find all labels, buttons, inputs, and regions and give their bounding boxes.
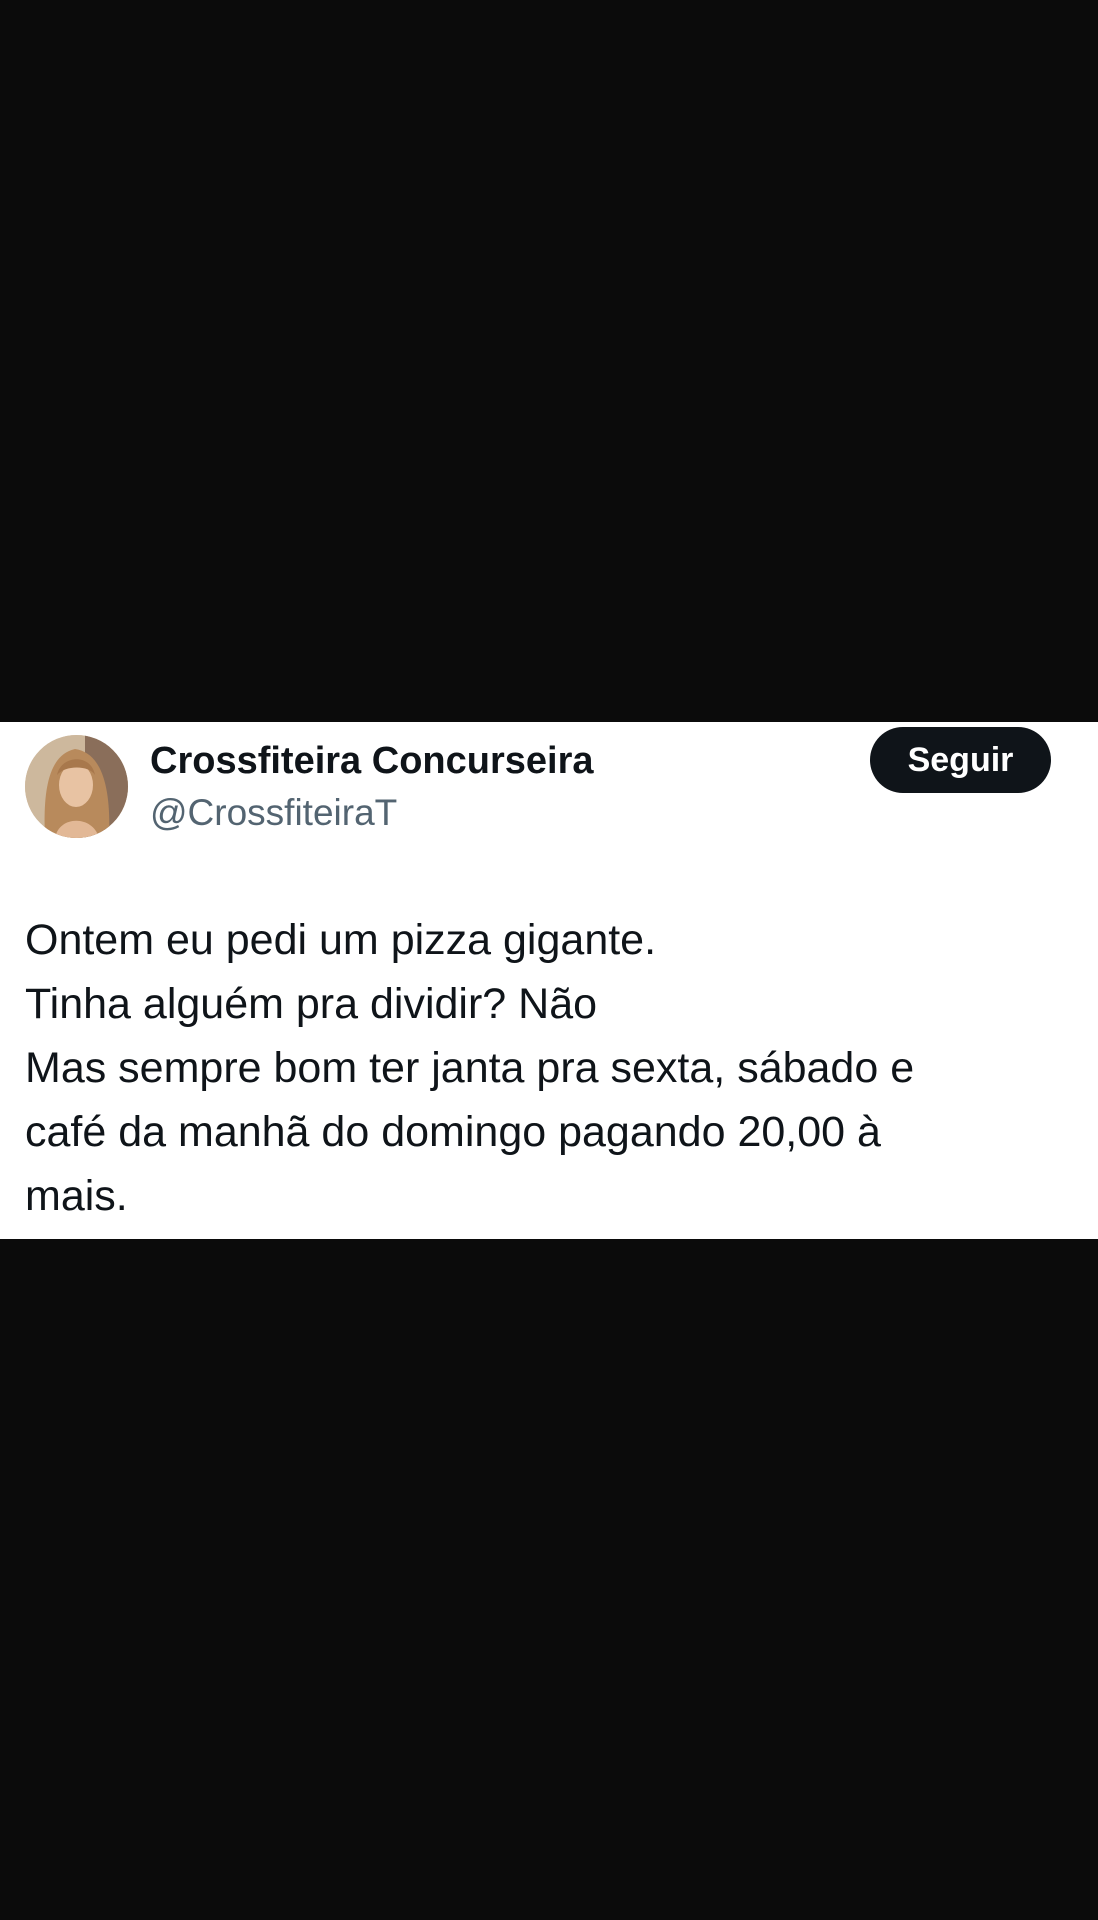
author-block: Crossfiteira Concurseira @CrossfiteiraT: [150, 736, 594, 838]
follow-button[interactable]: Seguir: [870, 727, 1051, 793]
profile-photo-icon: [25, 735, 128, 838]
tweet-text-line: café da manhã do domingo pagando 20,00 à: [25, 1108, 881, 1156]
avatar[interactable]: [25, 735, 128, 838]
tweet-text-line: Ontem eu pedi um pizza gigante.: [25, 916, 657, 964]
author-display-name[interactable]: Crossfiteira Concurseira: [150, 736, 594, 786]
tweet-text-line: mais.: [25, 1172, 128, 1220]
author-handle[interactable]: @CrossfiteiraT: [150, 788, 594, 838]
tweet-text-line: Tinha alguém pra dividir? Não: [25, 980, 598, 1028]
screen: Crossfiteira Concurseira @CrossfiteiraT …: [0, 0, 1098, 1920]
tweet-text-line: Mas sempre bom ter janta pra sexta, sába…: [25, 1044, 915, 1092]
tweet-card: Crossfiteira Concurseira @CrossfiteiraT …: [0, 722, 1098, 1239]
tweet-text: Ontem eu pedi um pizza gigante. Tinha al…: [25, 908, 1065, 1228]
